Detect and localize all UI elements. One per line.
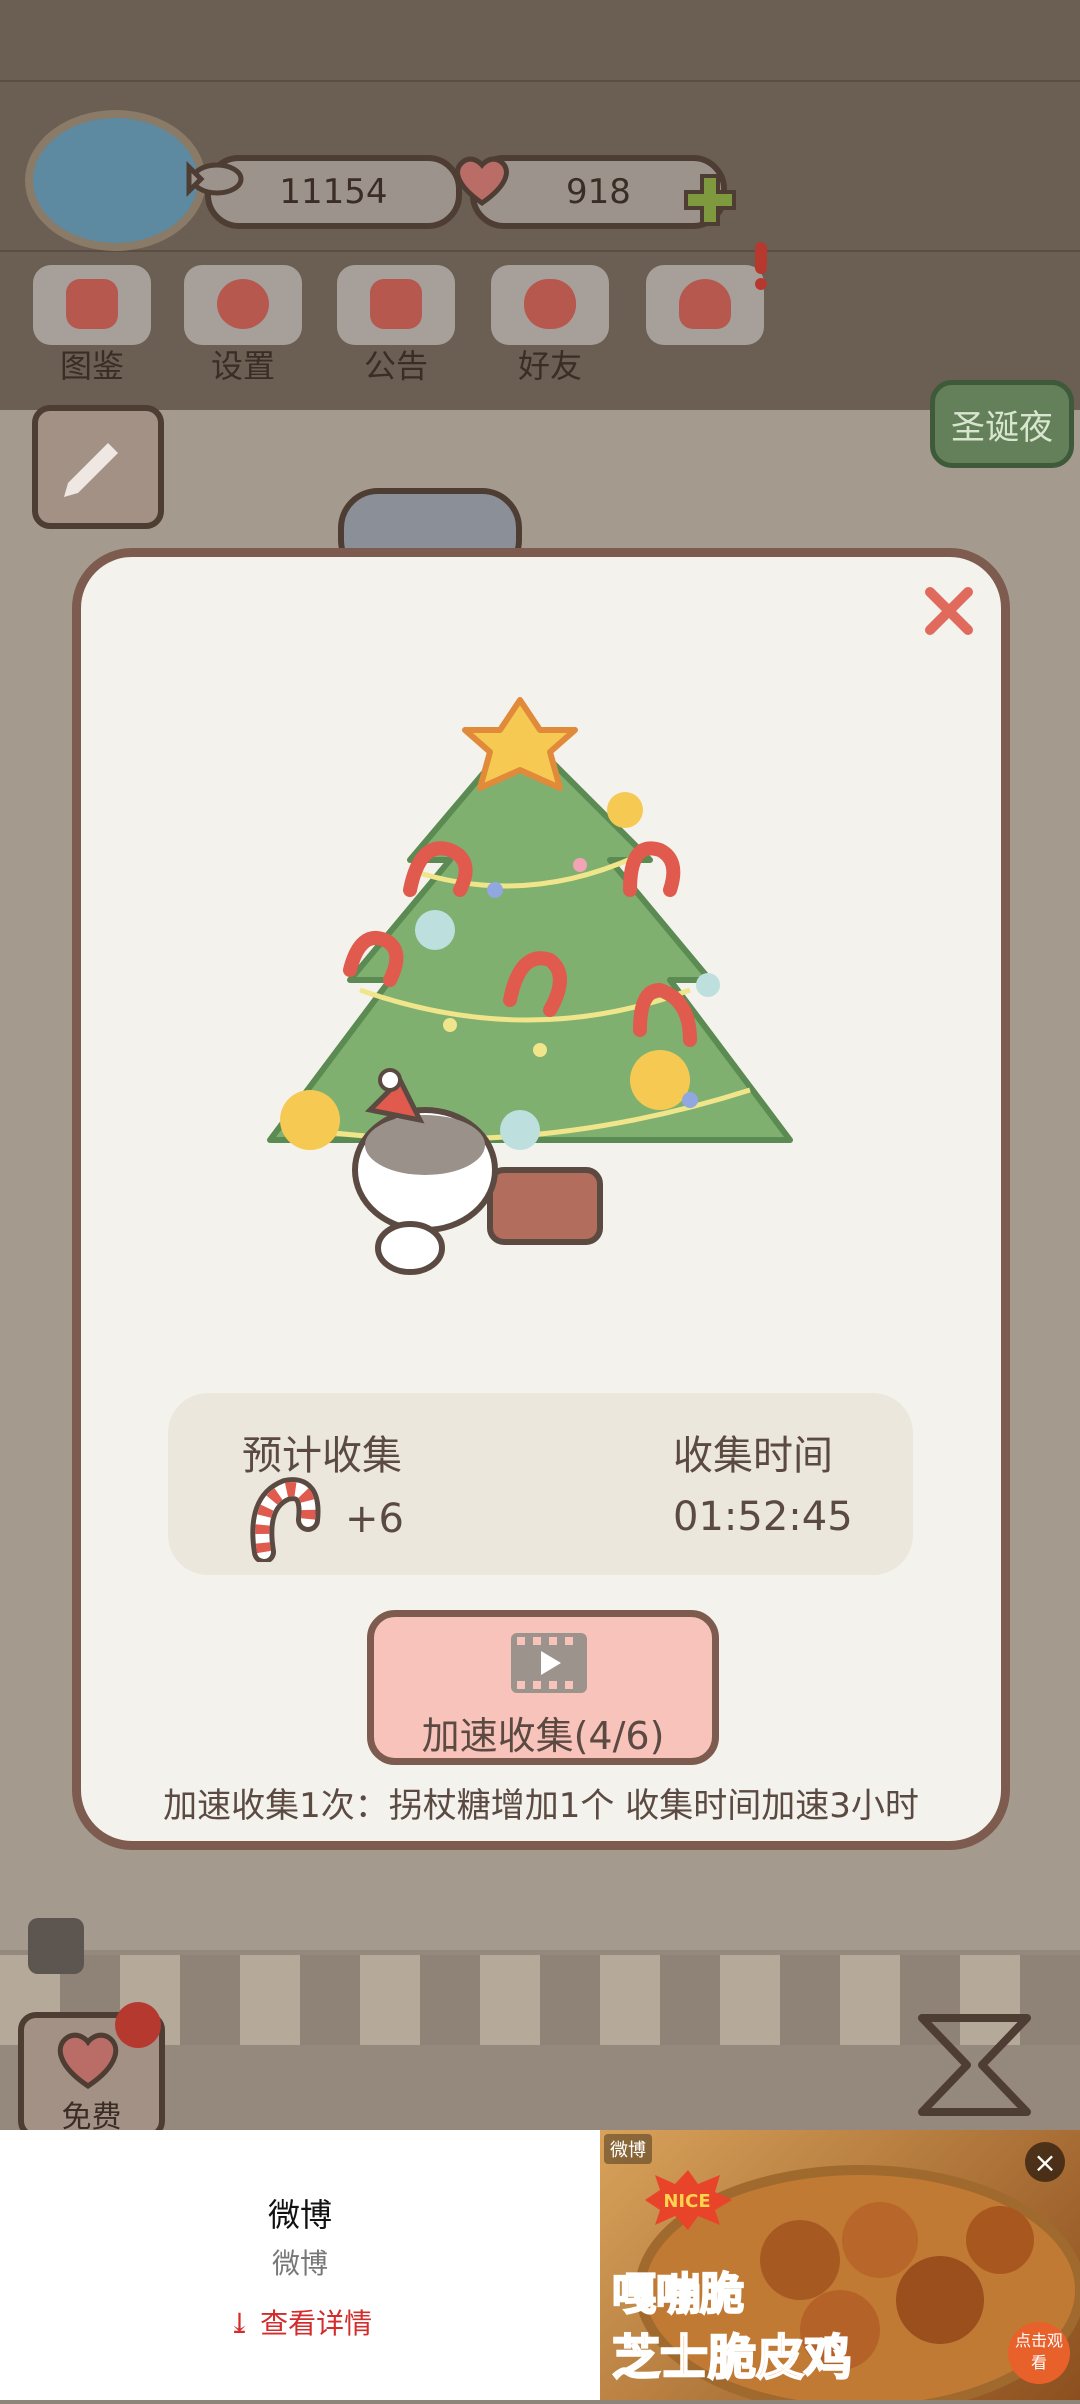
player-avatar[interactable] (25, 110, 206, 251)
menu-announcement[interactable]: 公告 (331, 265, 461, 385)
fish-counter: 11154 (186, 155, 462, 229)
cat-face-icon (66, 279, 118, 329)
speed-up-description: 加速收集1次：拐杖糖增加1个 收集时间加速3小时 (163, 1786, 919, 1826)
christmas-tree-illustration (267, 697, 793, 1275)
heart-gift-icon (57, 2032, 119, 2090)
ad-headline-1: 嘎嘣脆 (611, 2268, 745, 2321)
pencil-icon (64, 443, 118, 497)
menu-announcement-label: 公告 (363, 347, 428, 385)
collection-time-value: 01:52:45 (673, 1494, 853, 1540)
menu-friends-label: 好友 (517, 347, 582, 385)
menu-settings[interactable]: 设置 (178, 265, 308, 385)
ad-badge-text: NICE (663, 2191, 710, 2212)
speed-up-collection-button[interactable]: 加速收集(4/6) (367, 1610, 719, 1765)
download-arrow-icon: ⤓ (227, 2307, 261, 2340)
ad-headline-2: 芝士脆皮鸡 (611, 2329, 853, 2387)
ad-details-link[interactable]: ⤓ 查看详情 (0, 2302, 600, 2342)
christmas-event-button[interactable]: 圣诞夜 (930, 380, 1074, 468)
gear-icon (217, 279, 269, 329)
close-icon[interactable] (920, 582, 978, 640)
video-play-icon (511, 1633, 587, 1693)
add-hearts-button[interactable] (680, 170, 740, 230)
candy-cane-icon (250, 1477, 321, 1562)
ad-close-button[interactable]: × (1025, 2142, 1065, 2182)
ad-subtitle: 微博 (271, 2247, 328, 2280)
nice-starburst-badge: NICE (645, 2170, 732, 2230)
friends-icon (524, 279, 576, 329)
heart-count: 918 (566, 172, 631, 212)
mail-hearts-icon (679, 279, 731, 329)
fish-count: 11154 (279, 172, 388, 212)
ad-watch-button[interactable]: 点击观看 (1008, 2322, 1070, 2384)
ad-weibo-logo: 微博 (604, 2134, 652, 2164)
menu-settings-label: 设置 (210, 347, 275, 385)
speed-up-button-label: 加速收集(4/6) (421, 1714, 665, 1758)
menu-collection[interactable]: 图鉴 (27, 265, 157, 385)
collection-time-label: 收集时间 (673, 1433, 833, 1479)
ad-title: 微博 (267, 2196, 332, 2234)
notification-dot (115, 2002, 161, 2048)
heart-currency-icon (455, 156, 509, 207)
expected-collection-value: +6 (345, 1496, 404, 1542)
menu-friends[interactable]: 好友 (485, 265, 615, 385)
calendar-button[interactable] (32, 405, 164, 529)
fish-icon (186, 160, 244, 198)
gift-icon (370, 279, 422, 329)
ad-details-link-label: 查看详情 (260, 2307, 373, 2340)
hide-ui-button[interactable] (28, 1918, 84, 1974)
notification-exclamation-icon (755, 242, 767, 290)
menu-collection-label: 图鉴 (59, 347, 124, 385)
hourglass-icon[interactable] (912, 2010, 1037, 2120)
